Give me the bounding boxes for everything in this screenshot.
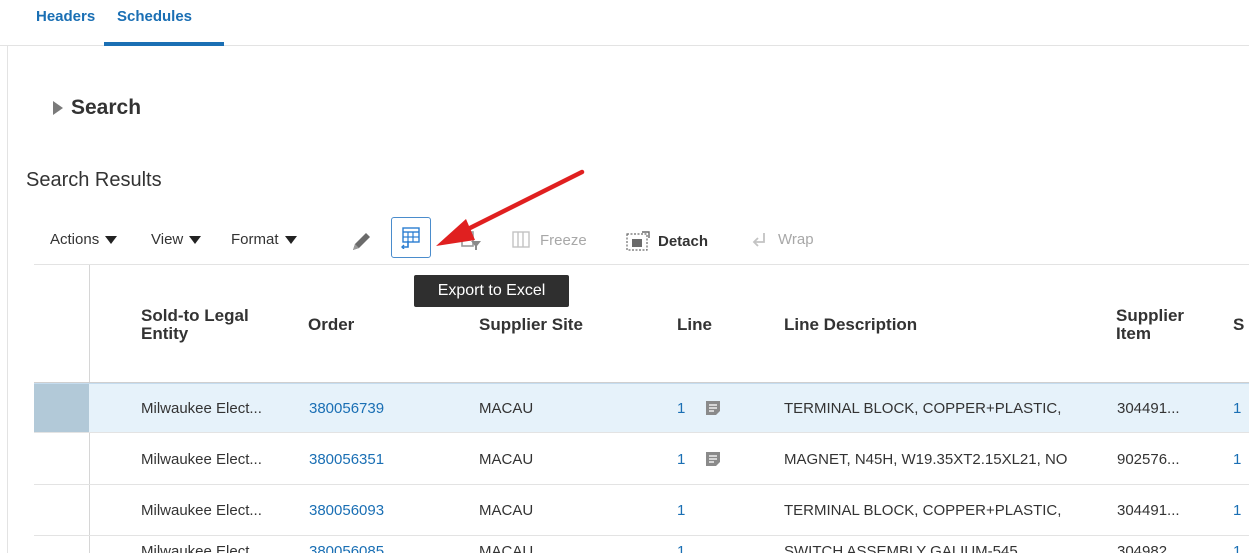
- table-row[interactable]: Milwaukee Elect... 380056093 MACAU 1 TER…: [34, 486, 1249, 536]
- detach-button[interactable]: Detach: [626, 231, 708, 251]
- actions-menu[interactable]: Actions: [50, 231, 118, 248]
- search-section-title: Search: [71, 96, 142, 119]
- view-menu-label: View: [151, 231, 184, 248]
- view-menu[interactable]: View: [151, 231, 202, 248]
- table-row[interactable]: Milwaukee Elect... 380056085 MACAU 1 SWI…: [34, 538, 1249, 553]
- column-header-supplier-item[interactable]: Supplier Item: [1116, 307, 1196, 343]
- cell-line-description: TERMINAL BLOCK, COPPER+PLASTIC,: [784, 502, 1062, 519]
- search-results-title: Search Results: [26, 169, 162, 191]
- panel-border: [7, 46, 8, 553]
- column-header-sold-to-legal-entity[interactable]: Sold-to Legal Entity: [141, 307, 281, 343]
- column-header-truncated[interactable]: S: [1233, 316, 1249, 334]
- wrap-icon: [752, 232, 765, 247]
- freeze-button[interactable]: Freeze: [512, 231, 587, 249]
- active-tab-indicator: [104, 42, 224, 46]
- format-menu[interactable]: Format: [231, 231, 297, 248]
- order-link[interactable]: 380056093: [309, 502, 384, 519]
- tab-bar: Headers Schedules: [0, 0, 1249, 46]
- truncated-column-link[interactable]: 1: [1233, 400, 1241, 417]
- cell-supplier-item: 304491...: [1117, 400, 1180, 417]
- chevron-down-icon: [189, 235, 202, 244]
- cell-line-description: TERMINAL BLOCK, COPPER+PLASTIC,: [784, 400, 1062, 417]
- note-icon[interactable]: [705, 451, 721, 467]
- column-header-line-description[interactable]: Line Description: [784, 316, 917, 334]
- order-link[interactable]: 380056739: [309, 400, 384, 417]
- cell-supplier-site: MACAU: [479, 400, 534, 417]
- query-by-example-icon[interactable]: [460, 230, 482, 257]
- truncated-column-link[interactable]: 1: [1233, 502, 1241, 519]
- cell-supplier-site: MACAU: [479, 451, 534, 468]
- cell-line-description: MAGNET, N45H, W19.35XT2.15XL21, NO: [784, 451, 1068, 468]
- cell-sold-to-entity: Milwaukee Elect...: [141, 400, 262, 417]
- order-link[interactable]: 380056085: [309, 543, 384, 553]
- edit-pencil-icon[interactable]: [350, 229, 374, 258]
- expand-triangle-icon: [53, 101, 63, 115]
- freeze-label: Freeze: [540, 231, 587, 249]
- truncated-column-link[interactable]: 1: [1233, 543, 1241, 553]
- column-header-line[interactable]: Line: [677, 316, 712, 334]
- detach-icon: [626, 231, 650, 251]
- cell-sold-to-entity: Milwaukee Elect...: [141, 543, 262, 553]
- row-selector[interactable]: [34, 384, 89, 432]
- line-link[interactable]: 1: [677, 451, 685, 468]
- line-link[interactable]: 1: [677, 543, 685, 553]
- cell-line-description: SWITCH ASSEMBLY GALIUM-545...: [784, 543, 1031, 553]
- line-link[interactable]: 1: [677, 400, 685, 417]
- search-disclosure[interactable]: Search: [53, 96, 141, 120]
- freeze-icon: [512, 231, 530, 248]
- note-icon[interactable]: [705, 400, 721, 416]
- actions-menu-label: Actions: [50, 231, 100, 248]
- truncated-column-link[interactable]: 1: [1233, 451, 1241, 468]
- table-row[interactable]: Milwaukee Elect... 380056351 MACAU 1 MAG…: [34, 435, 1249, 485]
- chevron-down-icon: [284, 235, 297, 244]
- cell-supplier-item: 304491...: [1117, 502, 1180, 519]
- wrap-label: Wrap: [778, 231, 814, 248]
- line-link[interactable]: 1: [677, 502, 685, 519]
- column-header-supplier-site[interactable]: Supplier Site: [479, 316, 583, 334]
- cell-supplier-item: 304982...: [1117, 543, 1180, 553]
- tab-headers[interactable]: Headers: [36, 8, 95, 25]
- wrap-button[interactable]: Wrap: [752, 231, 814, 248]
- tab-schedules[interactable]: Schedules: [117, 8, 192, 25]
- chevron-down-icon: [105, 235, 118, 244]
- order-link[interactable]: 380056351: [309, 451, 384, 468]
- cell-sold-to-entity: Milwaukee Elect...: [141, 502, 262, 519]
- toolbar-divider: [34, 264, 1249, 265]
- export-to-excel-button[interactable]: [391, 217, 431, 258]
- table-row[interactable]: Milwaukee Elect... 380056739 MACAU 1 TER…: [34, 383, 1249, 433]
- detach-label: Detach: [658, 232, 709, 250]
- export-excel-icon: [401, 226, 420, 249]
- cell-sold-to-entity: Milwaukee Elect...: [141, 451, 262, 468]
- export-tooltip: Export to Excel: [414, 275, 569, 307]
- column-header-order[interactable]: Order: [308, 316, 354, 334]
- cell-supplier-site: MACAU: [479, 543, 534, 553]
- cell-supplier-item: 902576...: [1117, 451, 1180, 468]
- cell-supplier-site: MACAU: [479, 502, 534, 519]
- results-toolbar: Actions View Format Freeze Detach Wrap: [0, 222, 1249, 258]
- format-menu-label: Format: [231, 231, 279, 248]
